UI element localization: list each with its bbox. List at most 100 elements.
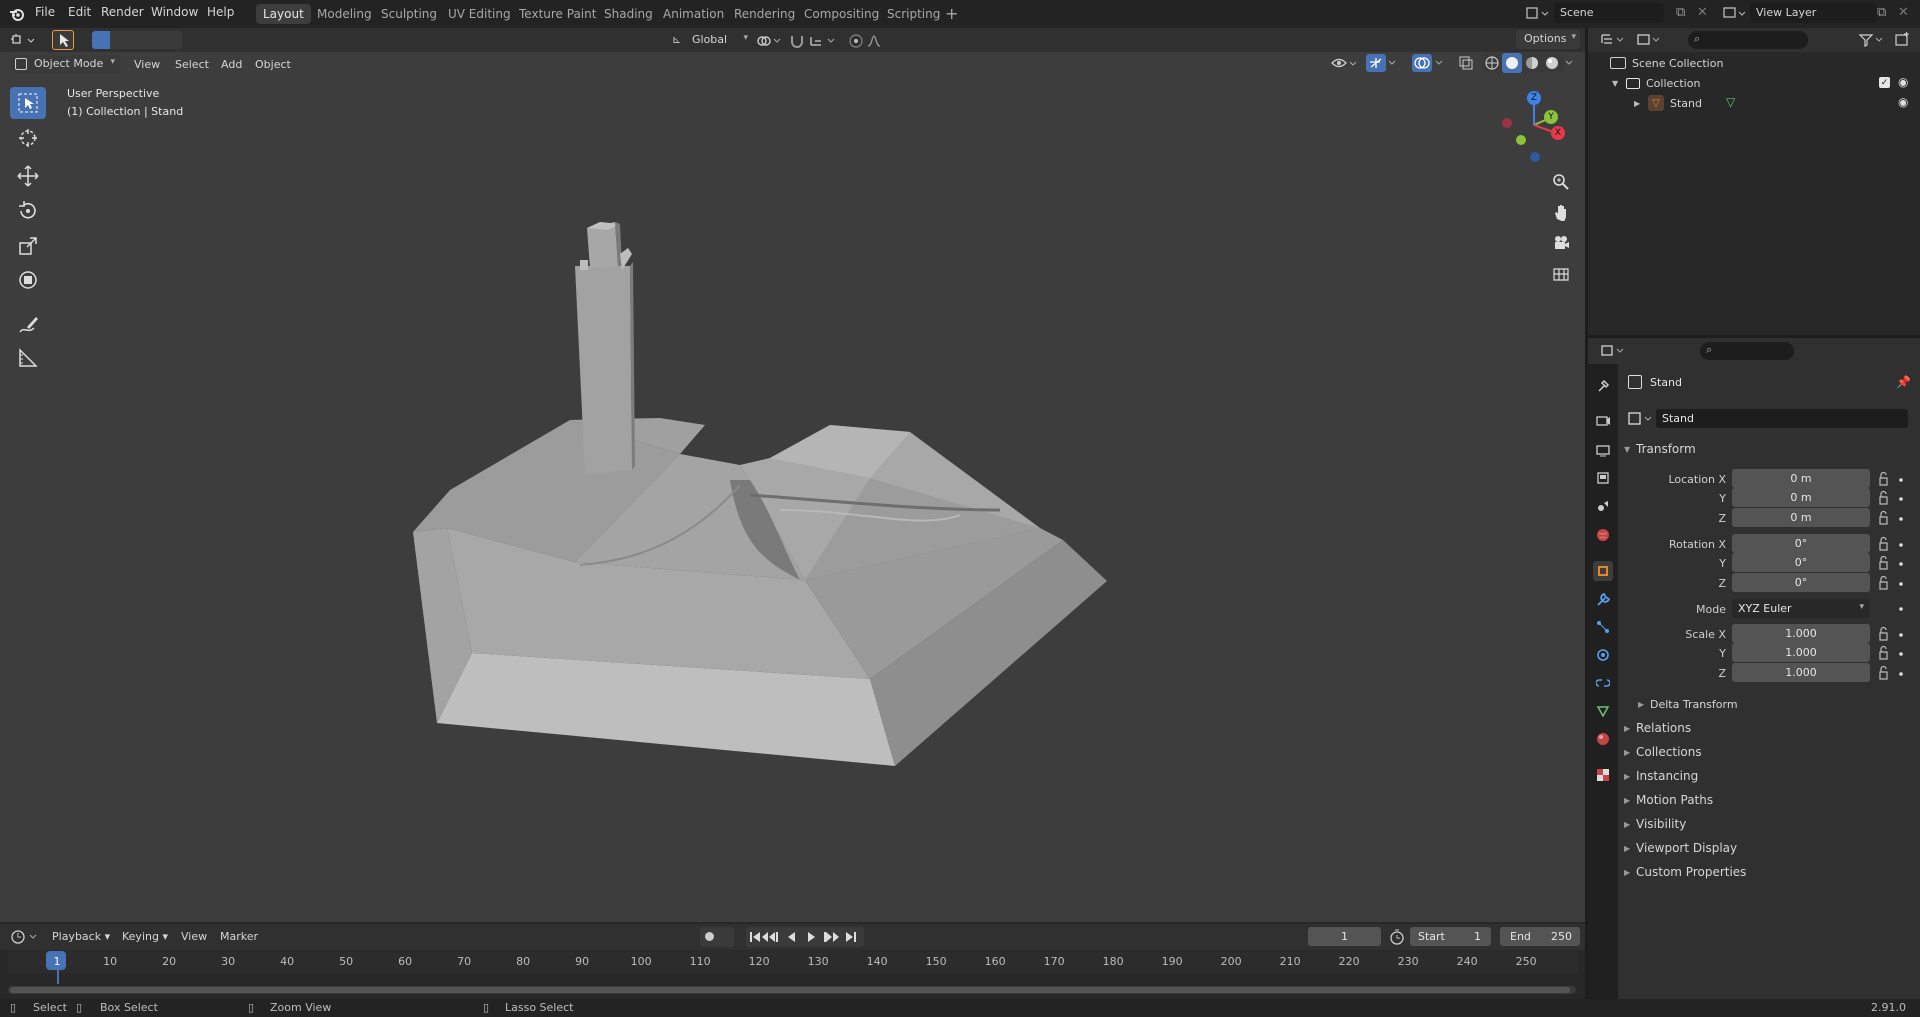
annotate-tool-icon[interactable]: [10, 308, 46, 340]
world-tab-icon[interactable]: [1593, 525, 1613, 545]
move-tool-icon[interactable]: [10, 160, 46, 192]
view-layer-close-icon[interactable]: ✕: [1898, 5, 1909, 20]
start-frame-field[interactable]: Start 1: [1410, 927, 1491, 946]
falloff-icon[interactable]: [866, 33, 896, 49]
menu-playback[interactable]: Playback ▾: [48, 928, 114, 945]
transform-panel-header[interactable]: ▼ Transform: [1624, 438, 1920, 460]
xray-toggle-icon[interactable]: [1458, 55, 1474, 71]
outliner-search-input[interactable]: ⌕: [1688, 31, 1808, 49]
select-invert-icon[interactable]: [146, 31, 164, 49]
scrollbar-thumb[interactable]: [10, 987, 1570, 993]
end-frame-field[interactable]: End 250: [1500, 927, 1580, 946]
add-workspace-icon[interactable]: +: [945, 4, 958, 23]
measure-tool-icon[interactable]: [10, 342, 46, 374]
tree-object-stand[interactable]: ▶ ▽ Stand ▽ ◉: [1634, 93, 1912, 113]
rendered-shading-icon[interactable]: [1544, 55, 1560, 71]
scale-tool-icon[interactable]: [10, 230, 46, 262]
zoom-icon[interactable]: [1547, 168, 1575, 196]
timeline-scrollbar[interactable]: [8, 986, 1576, 994]
gizmo-y-axis[interactable]: Y: [1544, 110, 1558, 124]
visibility-eye-icon[interactable]: ◉: [1898, 75, 1908, 89]
chevron-down-icon[interactable]: [1564, 56, 1576, 70]
snap-target-icon[interactable]: [808, 33, 838, 49]
visibility-panel-header[interactable]: ▶ Visibility: [1624, 813, 1920, 835]
view-layer-icon[interactable]: [1722, 5, 1748, 21]
modifiers-tab-icon[interactable]: [1593, 590, 1613, 610]
gizmo-z-axis[interactable]: Z: [1527, 91, 1541, 105]
tab-layout[interactable]: Layout: [256, 4, 311, 24]
menu-help[interactable]: Help: [207, 5, 234, 19]
tab-animation[interactable]: Animation: [656, 4, 731, 24]
tab-uv-editing[interactable]: UV Editing: [441, 4, 518, 24]
rotate-tool-icon[interactable]: [10, 195, 46, 227]
menu-timeline-view[interactable]: View: [177, 928, 211, 945]
menu-select[interactable]: Select: [171, 56, 213, 73]
tree-collection[interactable]: ▼ Collection ✓ ◉: [1612, 73, 1912, 93]
current-frame-field[interactable]: 1: [1308, 927, 1381, 946]
orthographic-toggle-icon[interactable]: [1547, 260, 1575, 288]
scene-tab-icon[interactable]: [1593, 496, 1613, 516]
render-tab-icon[interactable]: [1593, 410, 1613, 430]
new-collection-icon[interactable]: [1894, 32, 1912, 48]
material-tab-icon[interactable]: [1593, 729, 1613, 749]
editor-type-icon[interactable]: [10, 32, 38, 48]
location-x-field[interactable]: 0 m: [1732, 469, 1870, 488]
tab-modeling[interactable]: Modeling: [310, 4, 379, 24]
relations-panel-header[interactable]: ▶ Relations: [1624, 717, 1920, 739]
object-browse-icon[interactable]: [1627, 410, 1657, 428]
gizmo-x-axis[interactable]: X: [1551, 126, 1565, 140]
chevron-down-icon[interactable]: [1387, 56, 1399, 70]
select-intersect-icon[interactable]: [164, 31, 182, 49]
output-tab-icon[interactable]: [1593, 440, 1613, 460]
snap-icon[interactable]: [788, 33, 806, 49]
texture-tab-icon[interactable]: [1593, 765, 1613, 785]
outliner-editor-type-icon[interactable]: [1600, 32, 1628, 48]
constraints-tab-icon[interactable]: [1593, 673, 1613, 693]
menu-edit[interactable]: Edit: [68, 5, 91, 19]
properties-search-input[interactable]: ⌕: [1700, 342, 1794, 360]
tool-select-indicator-icon[interactable]: [52, 30, 74, 50]
scale-x-field[interactable]: 1.000: [1732, 624, 1870, 643]
stand-mesh-object[interactable]: [400, 210, 1120, 780]
object-tab-icon[interactable]: [1593, 561, 1613, 581]
tab-compositing[interactable]: Compositing: [797, 4, 886, 24]
select-subtract-icon[interactable]: [128, 31, 146, 49]
navigation-gizmo[interactable]: Z Y X: [1490, 88, 1580, 168]
overlays-toggle-icon[interactable]: [1412, 54, 1432, 72]
pan-hand-icon[interactable]: [1547, 198, 1575, 226]
tree-scene-collection[interactable]: Scene Collection: [1610, 53, 1723, 73]
tab-texture-paint[interactable]: Texture Paint: [512, 4, 603, 24]
wireframe-shading-icon[interactable]: [1484, 55, 1500, 71]
properties-editor-type-icon[interactable]: [1600, 343, 1628, 359]
blender-logo-icon[interactable]: [9, 6, 25, 22]
options-dropdown[interactable]: Options ▾: [1516, 30, 1580, 49]
visibility-filter-icon[interactable]: [1330, 54, 1358, 72]
filter-icon[interactable]: [1858, 32, 1888, 48]
transform-tool-icon[interactable]: [10, 264, 46, 296]
menu-window[interactable]: Window: [151, 5, 198, 19]
scene-close-icon[interactable]: ✕: [1697, 5, 1708, 20]
instancing-panel-header[interactable]: ▶ Instancing: [1624, 765, 1920, 787]
menu-keying[interactable]: Keying ▾: [118, 928, 172, 945]
select-box-tool-icon[interactable]: [10, 87, 46, 119]
tab-scripting[interactable]: Scripting: [880, 4, 947, 24]
tab-sculpting[interactable]: Sculpting: [374, 4, 444, 24]
menu-object[interactable]: Object: [251, 56, 295, 73]
motion-paths-panel-header[interactable]: ▶ Motion Paths: [1624, 789, 1920, 811]
solid-shading-icon[interactable]: [1502, 53, 1522, 73]
viewport-display-panel-header[interactable]: ▶ Viewport Display: [1624, 837, 1920, 859]
chevron-down-icon[interactable]: [1434, 56, 1446, 70]
gizmo-toggle-icon[interactable]: [1366, 54, 1386, 72]
collections-panel-header[interactable]: ▶ Collections: [1624, 741, 1920, 763]
rotation-x-field[interactable]: 0°: [1732, 534, 1870, 553]
particles-tab-icon[interactable]: [1593, 617, 1613, 637]
expand-arrow-icon[interactable]: ▼: [1612, 79, 1626, 88]
rotation-mode-dropdown[interactable]: XYZ Euler ▾: [1732, 599, 1870, 618]
object-mode-dropdown[interactable]: Object Mode ▾: [10, 55, 120, 74]
menu-file[interactable]: File: [35, 5, 55, 19]
auto-keying-toggle[interactable]: [700, 927, 734, 947]
rotation-z-field[interactable]: 0°: [1732, 573, 1870, 592]
scene-selector-icon[interactable]: [1525, 5, 1551, 21]
visibility-eye-icon[interactable]: ◉: [1898, 95, 1908, 109]
view-layer-tab-icon[interactable]: [1593, 468, 1613, 488]
